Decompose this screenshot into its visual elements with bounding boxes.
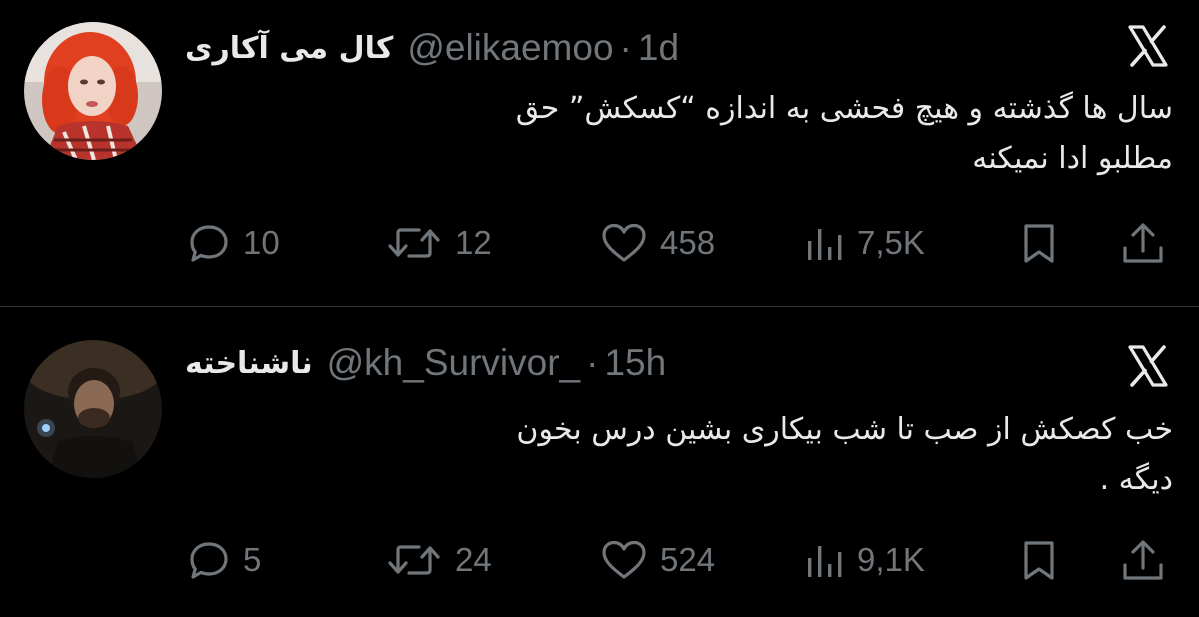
- user-handle[interactable]: @elikaemoo: [407, 27, 613, 69]
- share-icon: [1123, 223, 1163, 263]
- retweet-count: 12: [455, 224, 492, 261]
- tweet-card[interactable]: ناشناخته @kh_Survivor_ · 15h خب کصکش از …: [0, 309, 1199, 617]
- share-icon: [1123, 540, 1163, 580]
- tweet-text: سال ها گذشته و هیچ فحشی به اندازه “کسکش”…: [185, 84, 1173, 184]
- avatar[interactable]: [24, 340, 162, 478]
- user-handle[interactable]: @kh_Survivor_: [327, 342, 581, 384]
- reply-count: 5: [243, 541, 262, 578]
- retweet-icon: [388, 545, 440, 575]
- views-icon: [808, 546, 842, 577]
- avatar-image: [24, 22, 162, 160]
- reply-icon: [190, 225, 228, 262]
- reply-button[interactable]: 10: [187, 215, 280, 271]
- reply-button[interactable]: 5: [187, 532, 261, 588]
- x-logo-icon: [1124, 342, 1172, 390]
- tweet-text-line: دیگه .: [1099, 462, 1173, 497]
- bookmark-button[interactable]: [1017, 215, 1061, 271]
- bookmark-button[interactable]: [1017, 532, 1061, 588]
- like-button[interactable]: 458: [600, 215, 715, 271]
- tweet-header: ناشناخته @kh_Survivor_ · 15h: [185, 339, 666, 387]
- views-button[interactable]: 9,1K: [805, 532, 925, 588]
- tweet-text: خب کصکش از صب تا شب بیکاری بشین درس بخون…: [185, 405, 1173, 505]
- separator-dot: ·: [619, 27, 632, 68]
- tweet-divider: [0, 306, 1199, 307]
- bookmark-icon: [1024, 541, 1054, 580]
- tweet-text-line: خب کصکش از صب تا شب بیکاری بشین درس بخون: [516, 412, 1173, 447]
- action-bar: 10 12 458 7,5K: [0, 215, 1199, 271]
- action-bar: 5 24 524 9,1K: [0, 532, 1199, 588]
- like-button[interactable]: 524: [600, 532, 715, 588]
- heart-icon: [602, 540, 646, 579]
- tweet-text-line: مطلبو ادا نمیکنه: [972, 141, 1173, 176]
- share-button[interactable]: [1119, 215, 1167, 271]
- display-name[interactable]: ناشناخته: [185, 346, 313, 381]
- like-count: 524: [660, 541, 716, 578]
- views-icon: [808, 229, 842, 260]
- views-button[interactable]: 7,5K: [805, 215, 925, 271]
- tweet-header: کال می آکاری @elikaemoo · 1d: [185, 24, 679, 72]
- retweet-button[interactable]: 24: [385, 532, 492, 588]
- retweet-count: 24: [455, 541, 492, 578]
- tweet-time[interactable]: 1d: [638, 27, 679, 69]
- views-count: 9,1K: [857, 541, 925, 578]
- display-name[interactable]: کال می آکاری: [185, 31, 393, 66]
- reply-icon: [190, 542, 228, 579]
- tweet-time[interactable]: 15h: [604, 342, 666, 384]
- views-count: 7,5K: [857, 224, 925, 261]
- heart-icon: [602, 223, 646, 262]
- like-count: 458: [660, 224, 716, 261]
- bookmark-icon: [1024, 224, 1054, 263]
- separator-dot: ·: [586, 342, 599, 383]
- avatar-image: [24, 340, 162, 478]
- retweet-button[interactable]: 12: [385, 215, 492, 271]
- retweet-icon: [388, 228, 440, 258]
- avatar[interactable]: [24, 22, 162, 160]
- reply-count: 10: [243, 224, 280, 261]
- tweet-card[interactable]: کال می آکاری @elikaemoo · 1d سال ها گذشت…: [0, 0, 1199, 306]
- tweet-text-line: سال ها گذشته و هیچ فحشی به اندازه “کسکش”…: [515, 91, 1173, 126]
- share-button[interactable]: [1119, 532, 1167, 588]
- x-logo-icon: [1124, 22, 1172, 70]
